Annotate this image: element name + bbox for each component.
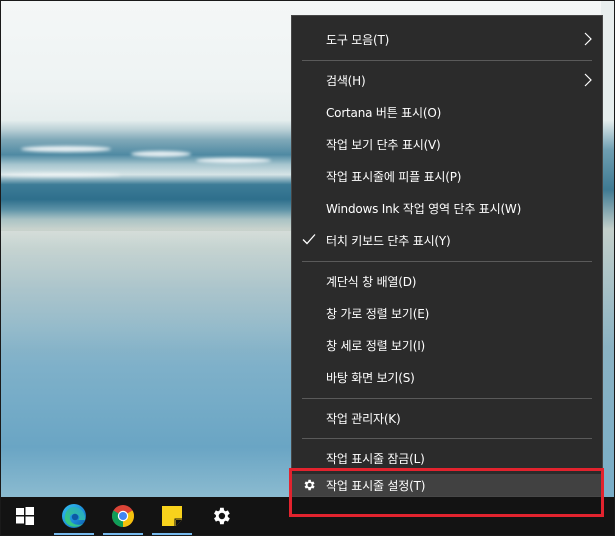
- menu-item-label: Cortana 버튼 표시(O): [326, 105, 442, 120]
- menu-item-label: 도구 모음(T): [326, 32, 390, 47]
- menu-item-show-desktop[interactable]: 바탕 화면 보기(S): [292, 361, 602, 393]
- menu-item-label: 바탕 화면 보기(S): [326, 370, 415, 385]
- menu-item-label: 작업 관리자(K): [326, 411, 401, 426]
- wallpaper-wave: [131, 151, 191, 157]
- active-indicator: [54, 533, 94, 535]
- taskbar-sticky-notes-button[interactable]: [148, 497, 196, 535]
- menu-item-show-people[interactable]: 작업 표시줄에 피플 표시(P): [292, 160, 602, 192]
- menu-item-label: Windows Ink 작업 영역 단추 표시(W): [326, 201, 522, 216]
- menu-item-show-windows-stacked[interactable]: 창 가로 정렬 보기(E): [292, 297, 602, 329]
- screenshot-frame: 도구 모음(T) 검색(H) Cortana 버튼 표시(O) 작업 보기 단추…: [0, 0, 615, 536]
- menu-item-label: 작업 표시줄에 피플 표시(P): [326, 169, 462, 184]
- menu-item-label: 창 세로 정렬 보기(I): [326, 338, 426, 353]
- wallpaper-wave: [21, 146, 111, 152]
- menu-item-show-task-view-button[interactable]: 작업 보기 단추 표시(V): [292, 128, 602, 160]
- menu-item-search[interactable]: 검색(H): [292, 64, 602, 96]
- chevron-right-icon: [584, 32, 592, 46]
- start-button[interactable]: [1, 497, 49, 535]
- menu-item-cascade-windows[interactable]: 계단식 창 배열(D): [292, 265, 602, 297]
- menu-item-label: 터치 키보드 단추 표시(Y): [326, 233, 451, 248]
- checkmark-icon: [302, 234, 316, 245]
- menu-item-show-windows-ink-button[interactable]: Windows Ink 작업 영역 단추 표시(W): [292, 192, 602, 224]
- gear-icon: [214, 507, 230, 525]
- taskbar-edge-button[interactable]: [50, 497, 98, 535]
- sticky-notes-icon: [162, 506, 182, 526]
- wallpaper-wave: [196, 158, 271, 163]
- menu-item-toolbars[interactable]: 도구 모음(T): [292, 23, 602, 55]
- menu-separator: [302, 60, 592, 61]
- windows-logo-icon: [16, 507, 34, 525]
- menu-item-show-windows-side-by-side[interactable]: 창 세로 정렬 보기(I): [292, 329, 602, 361]
- active-indicator: [103, 533, 143, 535]
- wallpaper-wave: [1, 173, 121, 177]
- highlight-annotation-box: [289, 468, 604, 517]
- chevron-right-icon: [584, 73, 592, 87]
- taskbar-settings-button[interactable]: [197, 497, 245, 535]
- menu-separator: [302, 398, 592, 399]
- menu-item-label: 작업 보기 단추 표시(V): [326, 137, 441, 152]
- menu-item-show-touch-keyboard-button[interactable]: 터치 키보드 단추 표시(Y): [292, 224, 602, 256]
- menu-item-show-cortana-button[interactable]: Cortana 버튼 표시(O): [292, 96, 602, 128]
- menu-item-label: 작업 표시줄 잠금(L): [326, 451, 425, 466]
- taskbar-context-menu: 도구 모음(T) 검색(H) Cortana 버튼 표시(O) 작업 보기 단추…: [291, 15, 603, 497]
- menu-separator: [302, 438, 592, 439]
- menu-separator: [302, 261, 592, 262]
- menu-item-label: 검색(H): [326, 73, 366, 88]
- edge-icon: [62, 504, 86, 528]
- menu-item-label: 창 가로 정렬 보기(E): [326, 306, 430, 321]
- active-indicator: [152, 533, 192, 535]
- menu-item-task-manager[interactable]: 작업 관리자(K): [292, 402, 602, 434]
- menu-item-label: 계단식 창 배열(D): [326, 274, 417, 289]
- chrome-icon: [112, 505, 134, 527]
- taskbar-chrome-button[interactable]: [99, 497, 147, 535]
